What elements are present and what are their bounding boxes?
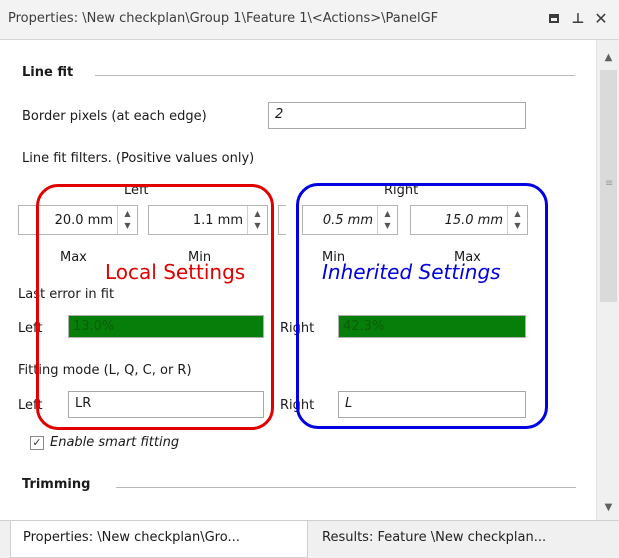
line-fit-filters-label: Line fit filters. (Positive values only): [22, 151, 255, 166]
local-settings-highlight: [36, 184, 274, 430]
properties-panel: Line fit Border pixels (at each edge) 2 …: [0, 40, 596, 520]
smart-fitting-checkbox[interactable]: ✓: [30, 436, 44, 450]
pin-icon[interactable]: ⊥: [568, 9, 588, 29]
smart-fitting-label: Enable smart fitting: [50, 435, 180, 450]
scroll-down-icon[interactable]: ▼: [597, 502, 619, 513]
section-title-line-fit: Line fit: [22, 65, 74, 80]
scrollbar-thumb[interactable]: ≡: [600, 70, 617, 302]
border-pixels-label: Border pixels (at each edge): [22, 109, 207, 124]
bottom-tab-bar: Properties: \New checkplan\Gro... Result…: [0, 520, 619, 558]
title-bar: Properties: \New checkplan\Group 1\Featu…: [0, 0, 619, 40]
tab-results[interactable]: Results: Feature \New checkplan...: [310, 521, 610, 558]
section-title-trimming: Trimming: [22, 477, 91, 492]
inherited-settings-highlight: [296, 183, 548, 429]
section-divider: [116, 487, 576, 488]
close-icon[interactable]: ✕: [591, 9, 611, 29]
spinner-edge: [278, 205, 286, 235]
inherited-settings-label: Inherited Settings: [322, 260, 501, 284]
local-settings-label: Local Settings: [105, 260, 246, 284]
tab-properties[interactable]: Properties: \New checkplan\Gro...: [10, 521, 308, 558]
check-icon: ✓: [32, 436, 42, 449]
scroll-up-icon[interactable]: ▲: [597, 52, 619, 63]
window-title: Properties: \New checkplan\Group 1\Featu…: [8, 11, 439, 26]
border-pixels-input[interactable]: 2: [268, 102, 526, 129]
section-divider: [95, 75, 575, 76]
grip-icon: ≡: [605, 178, 614, 189]
vertical-scrollbar[interactable]: ▲ ≡ ▼: [596, 40, 619, 520]
maximize-icon[interactable]: [544, 9, 564, 29]
